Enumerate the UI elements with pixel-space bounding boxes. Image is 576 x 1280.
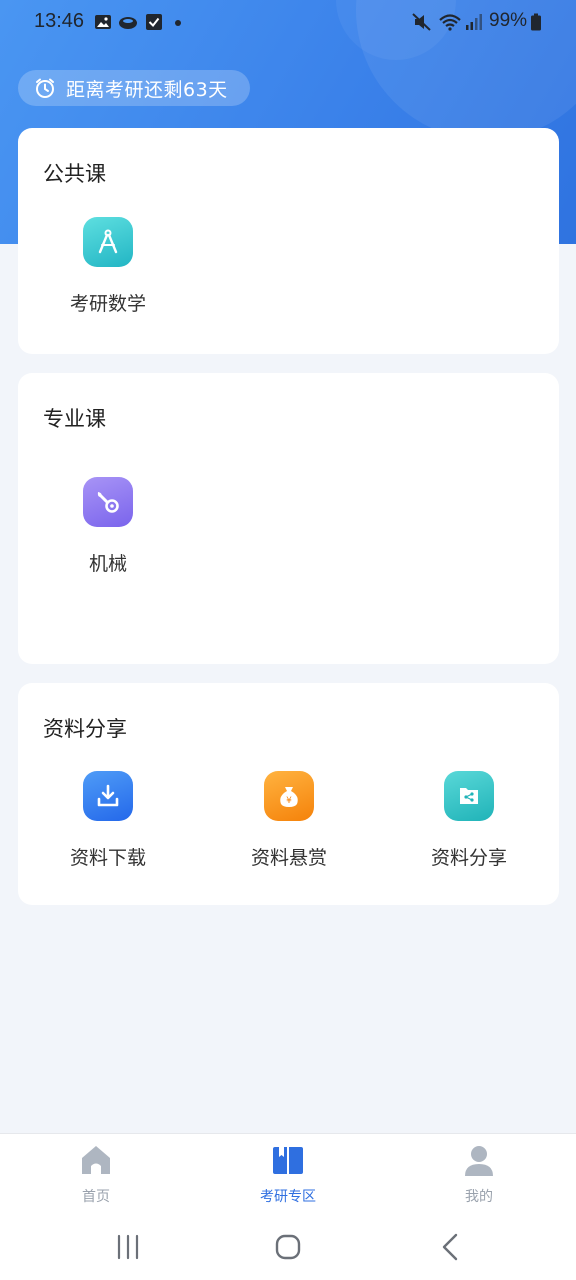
money-bag-icon: ¥: [264, 771, 314, 821]
course-item-math[interactable]: 考研数学: [38, 217, 178, 316]
materials-download-item[interactable]: 资料下载: [38, 771, 178, 870]
tab-mine[interactable]: 我的: [429, 1142, 529, 1206]
materials-label: 资料下载: [69, 847, 146, 869]
major-course-card: 专业课 机械: [18, 373, 559, 664]
tab-home[interactable]: 首页: [46, 1142, 146, 1206]
materials-label: 资料悬赏: [250, 847, 327, 869]
wrench-gear-icon: [83, 477, 133, 527]
section-title: 资料分享: [43, 717, 127, 741]
course-label: 考研数学: [69, 293, 146, 315]
public-course-card: 公共课 考研数学: [18, 128, 559, 354]
course-item-mechanical[interactable]: 机械: [38, 477, 178, 576]
materials-share-item[interactable]: 资料分享: [399, 771, 539, 870]
home-button[interactable]: [272, 1231, 304, 1263]
tab-exam-zone[interactable]: 考研专区: [238, 1142, 338, 1206]
status-bar: 13:46 99%: [0, 0, 576, 48]
section-title: 公共课: [43, 162, 106, 186]
tab-label: 我的: [465, 1189, 493, 1205]
section-title: 专业课: [43, 407, 106, 431]
materials-label: 资料分享: [430, 847, 507, 869]
compass-icon: [83, 217, 133, 267]
materials-reward-item[interactable]: ¥ 资料悬赏: [219, 771, 359, 870]
back-button[interactable]: [435, 1231, 467, 1263]
alarm-clock-icon: [36, 78, 54, 98]
home-icon: [82, 1146, 110, 1174]
checkbox-icon: [146, 14, 162, 30]
status-time: 13:46: [34, 10, 85, 32]
recents-button[interactable]: [112, 1231, 144, 1263]
book-icon: [273, 1147, 303, 1174]
bottom-tab-bar: 首页 考研专区 我的: [0, 1133, 576, 1213]
wifi-icon: [439, 14, 461, 31]
image-icon: [95, 15, 111, 29]
folder-share-icon: [444, 771, 494, 821]
system-nav-bar: [0, 1213, 576, 1280]
tab-label: 首页: [82, 1189, 110, 1205]
download-icon: [83, 771, 133, 821]
battery-level: 99%: [489, 10, 528, 31]
dot-icon: [175, 20, 181, 26]
user-icon: [465, 1146, 493, 1176]
course-label: 机械: [88, 553, 127, 575]
svg-text:¥: ¥: [286, 796, 292, 806]
materials-card: 资料分享 资料下载 ¥ 资料悬赏 资料分享: [18, 683, 559, 905]
signal-icon: [466, 14, 482, 30]
cloud-icon: [119, 17, 137, 29]
mute-icon: [412, 13, 431, 31]
battery-icon: [531, 13, 541, 31]
countdown-text: 距离考研还剩63天: [66, 78, 228, 101]
tab-label: 考研专区: [260, 1189, 316, 1205]
exam-countdown: 距离考研还剩63天: [18, 70, 250, 106]
